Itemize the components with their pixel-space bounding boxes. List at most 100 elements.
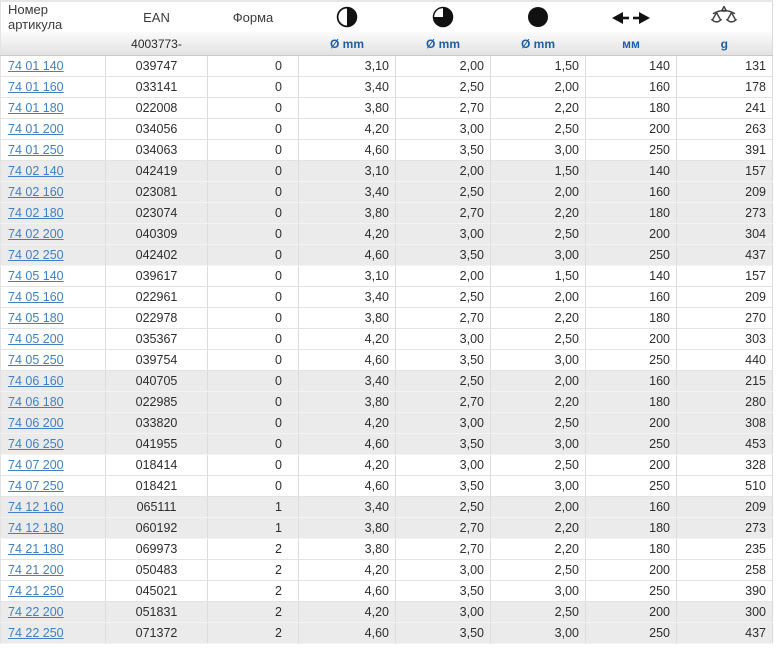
- article-link[interactable]: 74 05 250: [8, 353, 64, 367]
- cell-diameter-3: 3,00: [490, 433, 586, 455]
- cell-diameter-2: 3,00: [395, 412, 491, 434]
- cell-weight: 273: [676, 202, 773, 224]
- article-link[interactable]: 74 21 180: [8, 542, 64, 556]
- cell-length: 160: [585, 496, 677, 518]
- unit-diameter-2: Ø mm: [395, 32, 491, 56]
- cell-form: 0: [207, 223, 299, 245]
- cell-article: 74 02 160: [0, 181, 106, 203]
- article-link[interactable]: 74 02 180: [8, 206, 64, 220]
- cell-article: 74 01 140: [0, 55, 106, 77]
- cell-diameter-1: 4,60: [298, 139, 396, 161]
- article-link[interactable]: 74 06 180: [8, 395, 64, 409]
- cell-diameter-3: 2,50: [490, 454, 586, 476]
- article-link[interactable]: 74 05 140: [8, 269, 64, 283]
- cell-form: 0: [207, 139, 299, 161]
- table-row: 74 01 200 034056 0 4,20 3,00 2,50 200 263: [0, 118, 773, 140]
- circle-half-icon: [336, 6, 358, 28]
- article-link[interactable]: 74 21 250: [8, 584, 64, 598]
- cell-diameter-2: 2,70: [395, 538, 491, 560]
- cell-length: 250: [585, 244, 677, 266]
- cell-form: 2: [207, 622, 299, 644]
- cell-length: 180: [585, 97, 677, 119]
- article-link[interactable]: 74 01 160: [8, 80, 64, 94]
- cell-diameter-3: 3,00: [490, 622, 586, 644]
- cell-form: 0: [207, 307, 299, 329]
- article-link[interactable]: 74 07 250: [8, 479, 64, 493]
- article-link[interactable]: 74 02 140: [8, 164, 64, 178]
- table-row: 74 07 250 018421 0 4,60 3,50 3,00 250 510: [0, 475, 773, 497]
- cell-diameter-1: 4,60: [298, 244, 396, 266]
- cell-diameter-3: 1,50: [490, 265, 586, 287]
- cell-diameter-2: 2,70: [395, 97, 491, 119]
- table-row: 74 12 160 065111 1 3,40 2,50 2,00 160 209: [0, 496, 773, 518]
- product-spec-table: Номер артикула EAN Форма 4003773- Ø mm Ø…: [0, 0, 773, 644]
- article-link[interactable]: 74 22 250: [8, 626, 64, 640]
- cell-diameter-2: 2,00: [395, 55, 491, 77]
- cell-diameter-1: 4,20: [298, 412, 396, 434]
- cell-ean: 023074: [105, 202, 208, 224]
- article-link[interactable]: 74 06 250: [8, 437, 64, 451]
- article-link[interactable]: 74 05 200: [8, 332, 64, 346]
- cell-form: 1: [207, 517, 299, 539]
- cell-article: 74 06 250: [0, 433, 106, 455]
- cell-length: 200: [585, 412, 677, 434]
- product-table-page: Номер артикула EAN Форма 4003773- Ø mm Ø…: [0, 0, 776, 657]
- cell-weight: 300: [676, 601, 773, 623]
- article-link[interactable]: 74 22 200: [8, 605, 64, 619]
- cell-diameter-1: 4,60: [298, 475, 396, 497]
- article-link[interactable]: 74 05 180: [8, 311, 64, 325]
- arrows-left-right-icon: [612, 11, 650, 24]
- unit-form: [207, 32, 299, 56]
- table-row: 74 22 250 071372 2 4,60 3,50 3,00 250 437: [0, 622, 773, 644]
- cell-diameter-2: 2,50: [395, 370, 491, 392]
- cell-diameter-3: 2,00: [490, 76, 586, 98]
- cell-diameter-2: 2,70: [395, 391, 491, 413]
- article-link[interactable]: 74 02 250: [8, 248, 64, 262]
- cell-ean: 050483: [105, 559, 208, 581]
- cell-article: 74 02 180: [0, 202, 106, 224]
- cell-diameter-2: 3,00: [395, 601, 491, 623]
- cell-article: 74 02 140: [0, 160, 106, 182]
- cell-diameter-2: 3,50: [395, 622, 491, 644]
- cell-diameter-2: 3,00: [395, 118, 491, 140]
- cell-diameter-1: 3,80: [298, 202, 396, 224]
- cell-form: 0: [207, 475, 299, 497]
- cell-weight: 131: [676, 55, 773, 77]
- article-link[interactable]: 74 12 160: [8, 500, 64, 514]
- column-header-diameter-1: [298, 1, 396, 32]
- cell-length: 180: [585, 307, 677, 329]
- cell-diameter-1: 3,10: [298, 265, 396, 287]
- table-row: 74 05 140 039617 0 3,10 2,00 1,50 140 157: [0, 265, 773, 287]
- unit-length: мм: [585, 32, 677, 56]
- article-link[interactable]: 74 01 200: [8, 122, 64, 136]
- cell-weight: 390: [676, 580, 773, 602]
- article-link[interactable]: 74 02 200: [8, 227, 64, 241]
- table-row: 74 22 200 051831 2 4,20 3,00 2,50 200 300: [0, 601, 773, 623]
- article-link[interactable]: 74 07 200: [8, 458, 64, 472]
- article-link[interactable]: 74 01 180: [8, 101, 64, 115]
- article-link[interactable]: 74 01 250: [8, 143, 64, 157]
- cell-form: 0: [207, 118, 299, 140]
- cell-diameter-2: 2,50: [395, 286, 491, 308]
- cell-diameter-3: 1,50: [490, 160, 586, 182]
- cell-diameter-1: 3,40: [298, 76, 396, 98]
- cell-weight: 270: [676, 307, 773, 329]
- cell-diameter-2: 3,00: [395, 328, 491, 350]
- cell-diameter-3: 3,00: [490, 580, 586, 602]
- article-link[interactable]: 74 06 200: [8, 416, 64, 430]
- article-link[interactable]: 74 05 160: [8, 290, 64, 304]
- article-link[interactable]: 74 12 180: [8, 521, 64, 535]
- cell-diameter-1: 3,40: [298, 370, 396, 392]
- cell-article: 74 22 250: [0, 622, 106, 644]
- cell-diameter-1: 3,80: [298, 538, 396, 560]
- cell-length: 250: [585, 349, 677, 371]
- cell-article: 74 21 180: [0, 538, 106, 560]
- cell-ean: 042402: [105, 244, 208, 266]
- article-link[interactable]: 74 01 140: [8, 59, 64, 73]
- cell-length: 200: [585, 328, 677, 350]
- article-link[interactable]: 74 21 200: [8, 563, 64, 577]
- cell-length: 200: [585, 601, 677, 623]
- cell-diameter-1: 3,10: [298, 55, 396, 77]
- article-link[interactable]: 74 02 160: [8, 185, 64, 199]
- article-link[interactable]: 74 06 160: [8, 374, 64, 388]
